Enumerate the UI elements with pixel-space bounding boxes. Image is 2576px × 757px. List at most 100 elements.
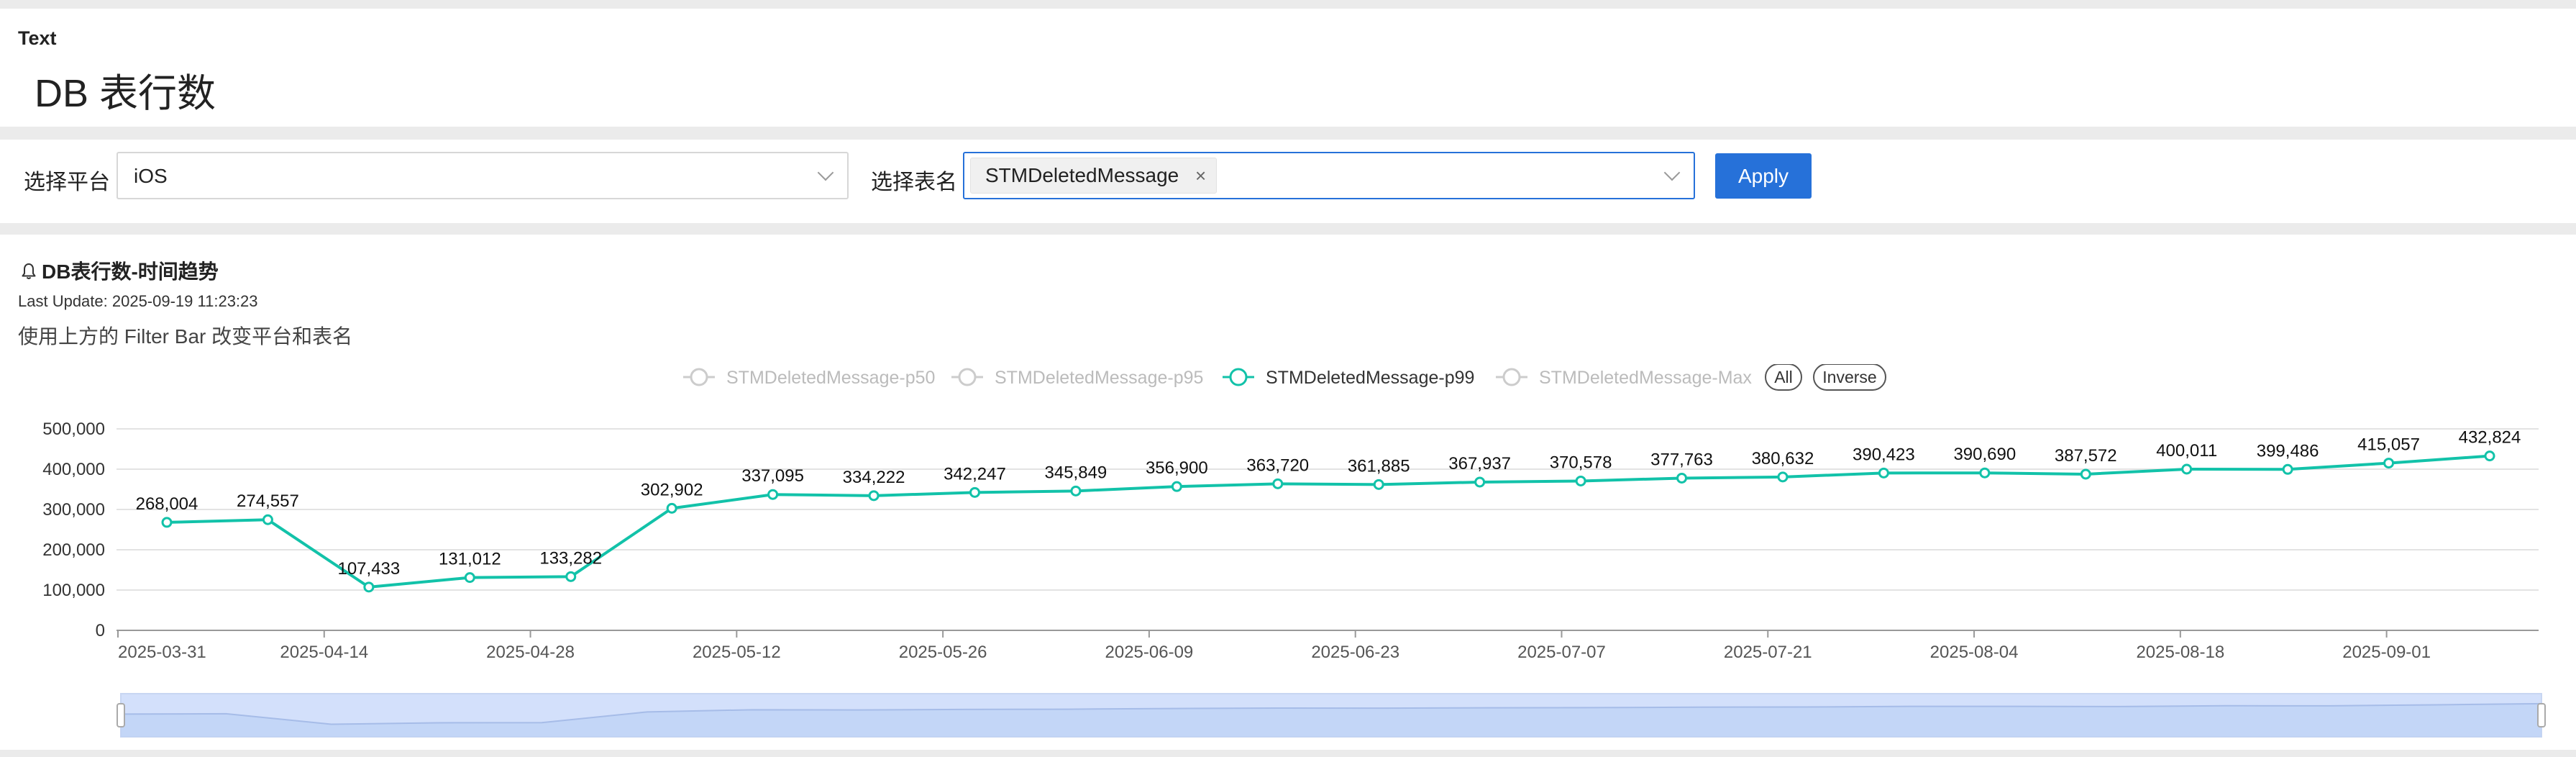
legend-marker — [1229, 368, 1248, 386]
data-label: 302,902 — [641, 480, 703, 499]
y-tick-label: 400,000 — [42, 460, 105, 479]
platform-select[interactable]: iOS — [117, 152, 849, 199]
selected-table-value: STMDeletedMessage — [985, 164, 1179, 186]
x-tick-label: 2025-08-04 — [1930, 643, 2019, 662]
data-point[interactable] — [464, 572, 475, 584]
data-point[interactable] — [1070, 485, 1082, 497]
data-label: 274,557 — [237, 491, 299, 511]
chart-panel: DB表行数-时间趋势 Last Update: 2025-09-19 11:23… — [0, 235, 2576, 750]
data-label: 268,004 — [136, 494, 198, 514]
x-tick-label: 2025-06-23 — [1311, 643, 1399, 662]
platform-label: 选择平台 — [24, 171, 110, 194]
data-zoom-slider[interactable] — [117, 693, 2546, 738]
legend-all-button-label: All — [1774, 368, 1793, 386]
chart-description: 使用上方的 Filter Bar 改变平台和表名 — [18, 325, 353, 348]
data-label: 367,937 — [1448, 454, 1511, 473]
data-point[interactable] — [363, 581, 375, 593]
legend-label: STMDeletedMessage-p50 — [726, 368, 935, 388]
data-point[interactable] — [1272, 478, 1284, 489]
data-point[interactable] — [1171, 481, 1182, 492]
legend-inverse-button[interactable]: Inverse — [1813, 364, 1886, 391]
chevron-down-icon — [1663, 164, 1681, 181]
data-point[interactable] — [565, 571, 577, 582]
x-tick-label: 2025-09-01 — [2342, 643, 2431, 662]
x-tick-label: 2025-05-26 — [899, 643, 987, 662]
legend-item-2[interactable]: STMDeletedMessage-p95 — [951, 368, 1203, 388]
page-title: DB 表行数 — [35, 72, 216, 115]
data-label: 361,885 — [1348, 456, 1410, 476]
series-line — [166, 454, 2490, 589]
legend-marker — [690, 368, 708, 386]
apply-button[interactable]: Apply — [1715, 153, 1812, 199]
selected-table-tag: STMDeletedMessage × — [970, 158, 1218, 194]
chart-title-row: DB表行数-时间趋势 — [20, 256, 219, 285]
data-label: 370,578 — [1550, 453, 1612, 472]
data-point[interactable] — [1777, 471, 1789, 483]
data-label: 356,900 — [1146, 458, 1208, 478]
last-update: Last Update: 2025-09-19 11:23:23 — [18, 292, 258, 310]
data-point[interactable] — [161, 517, 173, 528]
y-tick-label: 0 — [96, 621, 105, 640]
data-point[interactable] — [2282, 463, 2293, 475]
x-axis: 2025-03-31 2025-04-14 2025-04-28 2025-05-12… — [117, 630, 2431, 662]
data-label: 345,849 — [1045, 463, 1107, 482]
zoom-handle-left[interactable] — [117, 703, 125, 727]
table-select[interactable]: STMDeletedMessage × — [963, 152, 1695, 199]
legend-item-3[interactable]: STMDeletedMessage-p99 — [1223, 368, 1474, 388]
legend-marker — [1502, 368, 1521, 386]
tag-close-icon[interactable]: × — [1195, 158, 1206, 193]
legend-label: STMDeletedMessage-p95 — [995, 368, 1203, 388]
data-label: 377,763 — [1650, 450, 1713, 469]
filter-bar: 选择平台 iOS 选择表名 STMDeletedMessage × Apply — [0, 140, 2576, 223]
y-tick-label: 300,000 — [42, 500, 105, 520]
data-label: 400,011 — [2156, 441, 2217, 461]
x-tick-label: 2025-07-07 — [1517, 643, 1606, 662]
data-point[interactable] — [969, 486, 980, 498]
x-tick-label: 2025-04-14 — [280, 643, 368, 662]
data-point[interactable] — [767, 489, 779, 500]
y-axis: 0 100,000 200,000 300,000 400,000 500,000 — [42, 420, 105, 640]
data-label: 107,433 — [337, 559, 400, 579]
chart-legend: STMDeletedMessage-p50 STMDeletedMessage-p… — [683, 364, 1886, 391]
data-label: 380,632 — [1752, 449, 1814, 468]
data-point[interactable] — [262, 514, 273, 525]
legend-item-4[interactable]: STMDeletedMessage-Max — [1496, 368, 1752, 388]
x-tick-label: 2025-04-28 — [486, 643, 575, 662]
chevron-down-icon — [817, 164, 834, 181]
data-label: 399,486 — [2257, 441, 2319, 461]
zoom-handle-right[interactable] — [2537, 703, 2546, 727]
x-tick-label: 2025-08-18 — [2136, 643, 2224, 662]
y-tick-label: 200,000 — [42, 540, 105, 560]
x-tick-label: 2025-07-21 — [1724, 643, 1812, 662]
data-label: 131,012 — [439, 550, 501, 569]
chart-title: DB表行数-时间趋势 — [42, 260, 219, 283]
legend-inverse-button-label: Inverse — [1822, 368, 1876, 386]
data-point[interactable] — [868, 490, 880, 502]
data-point[interactable] — [2484, 450, 2495, 462]
data-label: 334,222 — [843, 468, 905, 487]
data-label: 133,282 — [539, 548, 602, 568]
table-label: 选择表名 — [871, 171, 957, 194]
data-point[interactable] — [1676, 472, 1688, 484]
data-point[interactable] — [1575, 475, 1586, 486]
data-point[interactable] — [1979, 467, 1991, 479]
data-point[interactable] — [2080, 468, 2091, 480]
data-point[interactable] — [1373, 479, 1384, 490]
data-point[interactable] — [1878, 467, 1889, 479]
x-tick-label: 2025-05-12 — [693, 643, 781, 662]
legend-item-1[interactable]: STMDeletedMessage-p50 — [683, 368, 935, 388]
data-label: 415,057 — [2357, 435, 2420, 455]
data-point[interactable] — [2181, 463, 2193, 475]
data-point[interactable] — [666, 502, 677, 514]
legend-label: STMDeletedMessage-Max — [1539, 368, 1752, 388]
legend-all-button[interactable]: All — [1765, 364, 1802, 391]
bell-icon — [22, 263, 36, 279]
data-point[interactable] — [1474, 476, 1486, 488]
data-point[interactable] — [2383, 458, 2395, 469]
data-label: 387,572 — [2055, 446, 2117, 466]
data-label: 337,095 — [741, 466, 804, 486]
line-chart: STMDeletedMessage-p50 STMDeletedMessage-p… — [42, 364, 2546, 738]
x-tick-label: 2025-03-31 — [118, 643, 206, 662]
legend-label: STMDeletedMessage-p99 — [1266, 368, 1474, 388]
y-tick-label: 100,000 — [42, 581, 105, 600]
